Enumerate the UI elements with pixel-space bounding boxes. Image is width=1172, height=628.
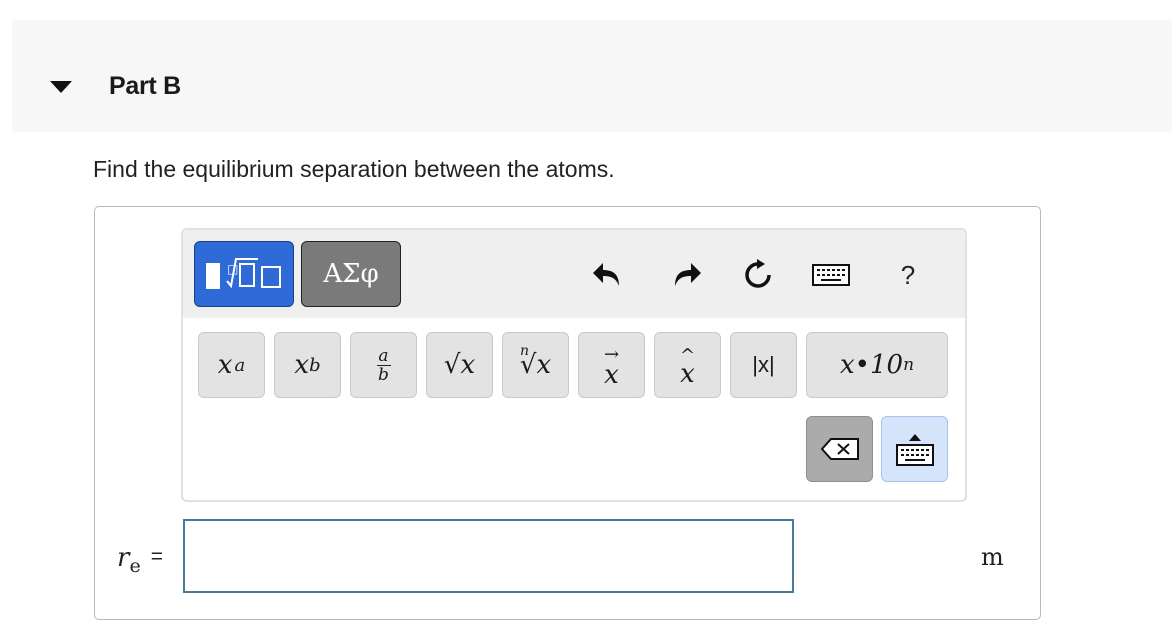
reset-icon[interactable] — [737, 254, 779, 296]
key-base: x — [217, 350, 233, 380]
answer-input[interactable] — [183, 519, 794, 593]
key-sub: b — [309, 354, 321, 376]
superscript-key[interactable]: xa — [198, 332, 265, 398]
sci-exponent: n — [903, 355, 915, 375]
nth-root-key[interactable]: n √x — [502, 332, 569, 398]
greek-symbols-button[interactable]: ΑΣφ — [301, 241, 401, 307]
backspace-button[interactable] — [806, 416, 873, 482]
subscript-key[interactable]: xb — [274, 332, 341, 398]
collapse-caret-icon[interactable] — [50, 81, 72, 93]
key-sup: a — [234, 354, 246, 376]
keyboard-icon[interactable] — [811, 254, 851, 296]
part-title: Part B — [109, 72, 181, 100]
answer-subscript: e — [129, 555, 141, 578]
fraction-numerator: a — [378, 345, 389, 366]
answer-label: re = — [117, 543, 163, 577]
absolute-value-key[interactable]: |x| — [730, 332, 797, 398]
root-index: n — [520, 343, 530, 359]
sqrt-label: √x — [443, 350, 476, 380]
templates-button[interactable]: □ — [194, 241, 294, 307]
show-keyboard-icon — [895, 434, 934, 466]
answer-variable: r — [117, 543, 130, 573]
fraction-key[interactable]: a b — [350, 332, 417, 398]
help-icon[interactable]: ? — [887, 254, 929, 296]
unit-vector-key[interactable]: ^ x — [654, 332, 721, 398]
vector-key[interactable]: → x — [578, 332, 645, 398]
keypad-toolbar: □ ΑΣφ ? — [183, 230, 965, 318]
unit-vector-label: x — [680, 359, 695, 389]
math-keypad: □ ΑΣφ ? xa xb a b √x n √x → x ^ x |x| x•… — [181, 228, 967, 502]
key-base: x — [294, 350, 310, 380]
fraction-denominator: b — [378, 364, 389, 385]
unit-label: m — [981, 543, 1004, 571]
sci-label: x•10 — [839, 350, 904, 380]
toggle-keyboard-button[interactable] — [881, 416, 948, 482]
equals-sign: = — [150, 545, 163, 568]
part-header[interactable]: Part B — [12, 20, 1172, 132]
redo-icon[interactable] — [665, 254, 707, 296]
abs-label: |x| — [752, 352, 775, 377]
undo-icon[interactable] — [587, 254, 629, 296]
square-root-key[interactable]: √x — [426, 332, 493, 398]
templates-icon: □ — [206, 258, 281, 289]
backspace-icon — [820, 438, 859, 460]
vector-label: x — [604, 360, 619, 390]
question-text: Find the equilibrium separation between … — [93, 156, 615, 182]
scientific-notation-key[interactable]: x•10 n — [806, 332, 948, 398]
